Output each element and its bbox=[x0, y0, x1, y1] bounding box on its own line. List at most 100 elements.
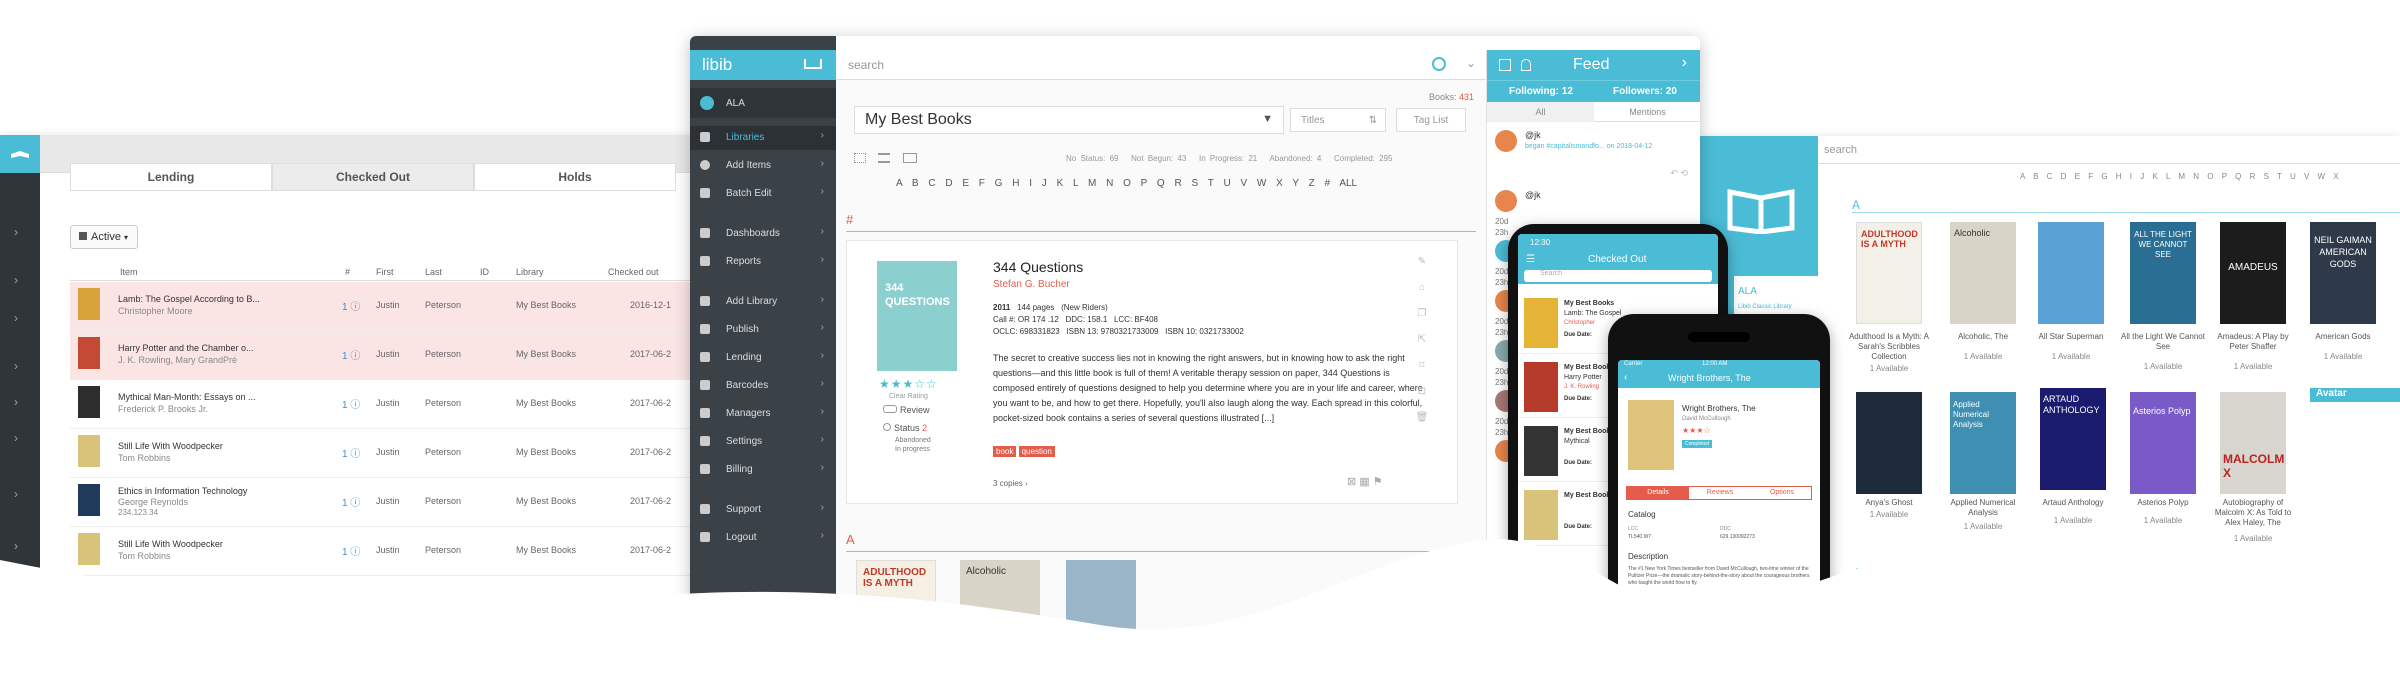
sidebar-item-add-library[interactable]: Add Library › bbox=[690, 290, 836, 314]
tab-lending[interactable]: Lending bbox=[70, 163, 272, 191]
sidebar-item-dashboards[interactable]: Dashboards › bbox=[690, 222, 836, 246]
tab-mentions[interactable]: Mentions bbox=[1594, 102, 1700, 117]
row-title[interactable]: Still Life With Woodpecker bbox=[118, 441, 223, 451]
following-count[interactable]: Following: 12 bbox=[1509, 86, 1573, 97]
feed-handle[interactable]: @jk bbox=[1525, 190, 1541, 200]
user-icon[interactable] bbox=[1521, 59, 1531, 71]
book-author[interactable]: Stefan G. Bucher bbox=[993, 279, 1070, 290]
phone-search-input[interactable]: Search bbox=[1524, 270, 1712, 282]
sidebar-item-support[interactable]: Support › bbox=[690, 498, 836, 522]
status-badge[interactable]: Completed bbox=[1682, 440, 1713, 448]
list-view-icon[interactable] bbox=[878, 153, 891, 163]
tab-options[interactable]: Options bbox=[1751, 487, 1813, 496]
book-cover[interactable]: Applied Numerical Analysis bbox=[1950, 392, 2016, 494]
library-search-input[interactable]: search bbox=[1818, 144, 2400, 164]
stat-abandoned[interactable]: Abandoned: 4 bbox=[1269, 154, 1321, 163]
chevron-right-icon[interactable]: › bbox=[14, 359, 18, 373]
stat-not-begun[interactable]: Not Begun: 43 bbox=[1131, 154, 1186, 163]
avatar[interactable] bbox=[1495, 130, 1517, 152]
chevron-right-icon[interactable]: › bbox=[14, 273, 18, 287]
alphabet-index[interactable]: A B C D E F G H I J K L M N O P Q R S T … bbox=[2020, 172, 2339, 181]
book-caption[interactable]: Autobiography of Malcolm X: As Told to A… bbox=[2208, 498, 2298, 528]
tab-reviews[interactable]: Reviews bbox=[1689, 487, 1751, 496]
feed-handle[interactable]: @jk bbox=[1525, 130, 1541, 140]
book-caption[interactable]: Applied Numerical Analysis bbox=[1938, 498, 2028, 518]
clear-rating-link[interactable]: Clear Rating bbox=[889, 393, 928, 400]
star-rating[interactable]: ★★★☆ bbox=[1682, 426, 1711, 435]
sidebar-item-logout[interactable]: Logout › bbox=[690, 526, 836, 550]
account-switcher[interactable]: ALA bbox=[690, 88, 836, 118]
review-button[interactable]: Review bbox=[883, 405, 930, 415]
row-title[interactable]: Lamb: The Gospel According to B... bbox=[118, 294, 260, 304]
col-first[interactable]: First bbox=[376, 267, 394, 277]
book-cover[interactable]: ADULTHOOD IS A MYTH bbox=[1856, 222, 1922, 324]
book-icon[interactable] bbox=[0, 135, 40, 173]
book-cover[interactable] bbox=[2040, 568, 2106, 656]
row-title[interactable]: Mythical Man-Month: Essays on ... bbox=[118, 392, 256, 402]
book-cover[interactable] bbox=[1856, 392, 1922, 494]
table-row[interactable]: Mythical Man-Month: Essays on ... Freder… bbox=[70, 380, 690, 429]
table-row[interactable]: Still Life With Woodpecker Tom Robbins 1… bbox=[70, 429, 690, 478]
col-count[interactable]: # bbox=[345, 267, 350, 277]
trash-icon[interactable]: 🗑︎ bbox=[1407, 405, 1437, 431]
star-rating[interactable]: ★★★☆☆ bbox=[879, 377, 938, 391]
table-row[interactable]: Ethics in Information Technology George … bbox=[70, 478, 690, 527]
book-caption[interactable]: Amadeus: A Play by Peter Shaffer bbox=[2208, 332, 2298, 352]
table-row[interactable]: Harry Potter and the Chamber o... J. K. … bbox=[70, 331, 690, 380]
sidebar-item-lending[interactable]: Lending › bbox=[690, 346, 836, 370]
alphabet-index[interactable]: A B C D E F G H I J K L M N O P Q R S T … bbox=[896, 178, 1357, 189]
chevron-right-icon[interactable]: › bbox=[14, 539, 18, 553]
sort-select[interactable]: Titles ⇅ bbox=[1290, 108, 1386, 132]
stat-no-status[interactable]: No Status: 69 bbox=[1066, 154, 1118, 163]
book-caption[interactable]: All the Light We Cannot See bbox=[2118, 332, 2208, 352]
row-title[interactable]: Ethics in Information Technology bbox=[118, 486, 247, 496]
followers-count[interactable]: Followers: 20 bbox=[1613, 86, 1677, 97]
row-title[interactable]: Harry Potter and the Chamber o... bbox=[118, 343, 254, 353]
lock-icon[interactable]: ⊠ bbox=[1347, 476, 1356, 488]
chevron-right-icon[interactable]: › bbox=[14, 225, 18, 239]
status-filter-dropdown[interactable]: Active ▾ bbox=[70, 225, 138, 249]
tab-all[interactable]: All bbox=[1487, 102, 1594, 122]
book-caption[interactable]: Asterios Polyp bbox=[2118, 498, 2208, 508]
sidebar-item-managers[interactable]: Managers › bbox=[690, 402, 836, 426]
tab-details[interactable]: Details bbox=[1627, 487, 1689, 499]
book-title[interactable]: 344 Questions bbox=[993, 259, 1083, 275]
search-input[interactable]: search bbox=[848, 58, 884, 72]
col-library[interactable]: Library bbox=[516, 267, 544, 277]
table-row[interactable]: Lamb: The Gospel According to B... Chris… bbox=[70, 282, 690, 331]
tag-icon[interactable]: ⌂ bbox=[1407, 275, 1437, 301]
col-checked-out[interactable]: Checked out bbox=[608, 267, 659, 277]
flag-icon[interactable]: ⚑ bbox=[1373, 476, 1383, 488]
book-cover[interactable]: NEIL GAIMAN AMERICAN GODS bbox=[2310, 222, 2376, 324]
chevron-right-icon[interactable]: › bbox=[14, 431, 18, 445]
cart-icon[interactable]: ⊡ bbox=[1407, 379, 1437, 405]
tag-badge[interactable]: question bbox=[1018, 446, 1055, 457]
chevron-right-icon[interactable]: › bbox=[14, 395, 18, 409]
menu-icon[interactable]: ☰ bbox=[1526, 254, 1535, 265]
copy-icon[interactable]: ❐ bbox=[1407, 301, 1437, 327]
sidebar-item-libraries[interactable]: Libraries › bbox=[690, 126, 836, 150]
sidebar-item-barcodes[interactable]: Barcodes › bbox=[690, 374, 836, 398]
sidebar-item-billing[interactable]: Billing › bbox=[690, 458, 836, 482]
book-cover[interactable]: Alcoholic bbox=[960, 560, 1040, 656]
book-caption[interactable]: Artaud Anthology bbox=[2028, 498, 2118, 508]
book-cover[interactable] bbox=[1856, 568, 1922, 656]
table-row[interactable]: Still Life With Woodpecker Tom Robbins 1… bbox=[70, 527, 690, 576]
book-cover[interactable]: ARTAUD ANTHOLOGY bbox=[2040, 388, 2106, 490]
reply-icon[interactable]: ↶ ⟲ bbox=[1670, 168, 1688, 179]
book-caption[interactable]: Adulthood Is a Myth: A Sarah's Scribbles… bbox=[1844, 332, 1934, 362]
view-toggle[interactable] bbox=[854, 150, 917, 168]
book-cover[interactable]: Alcoholic bbox=[1950, 222, 2016, 324]
chevron-down-icon[interactable]: ⌄ bbox=[1466, 56, 1476, 70]
sidebar-item-batch-edit[interactable]: Batch Edit › bbox=[690, 182, 836, 206]
chevron-right-icon[interactable]: › bbox=[1682, 54, 1687, 72]
tag-badge[interactable]: book bbox=[993, 446, 1017, 457]
label-icon[interactable]: ⌑ bbox=[1407, 353, 1437, 379]
main-search-bar[interactable]: search ⌄ bbox=[836, 50, 1486, 80]
grid-view-icon[interactable] bbox=[854, 153, 866, 163]
book-cover[interactable]: MALCOLM X bbox=[2220, 392, 2286, 494]
book-caption[interactable]: American Gods bbox=[2298, 332, 2388, 342]
book-cover[interactable] bbox=[1066, 560, 1136, 656]
tab-holds[interactable]: Holds bbox=[474, 163, 676, 191]
col-id[interactable]: ID bbox=[480, 267, 489, 277]
